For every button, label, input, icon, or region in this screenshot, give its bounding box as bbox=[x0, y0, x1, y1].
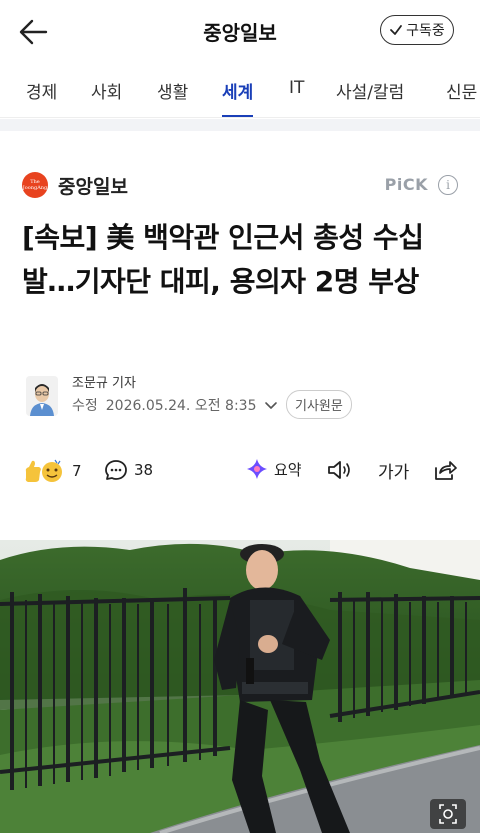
comment-button[interactable]: 38 bbox=[104, 458, 153, 482]
photo-illustration bbox=[0, 540, 480, 833]
edit-label: 수정 bbox=[72, 398, 98, 414]
image-zoom-button[interactable] bbox=[430, 799, 466, 829]
press-name[interactable]: 중앙일보 bbox=[58, 172, 128, 199]
tab-economy[interactable]: 경제 bbox=[26, 78, 57, 117]
subscribe-button[interactable]: 구독중 bbox=[380, 15, 454, 45]
comment-icon bbox=[105, 460, 127, 480]
share-icon bbox=[435, 461, 457, 480]
comment-count: 38 bbox=[134, 461, 154, 479]
article-photo[interactable] bbox=[0, 540, 480, 833]
tab-editorial[interactable]: 사설/칼럼 bbox=[336, 78, 404, 117]
article-headline: [속보] 美 백악관 인근서 총성 수십발…기자단 대피, 용의자 2명 부상 bbox=[22, 221, 424, 298]
pick-badge: PiCK bbox=[384, 175, 428, 194]
tab-life[interactable]: 생활 bbox=[157, 78, 188, 117]
reporter-name[interactable]: 조문규 기자 bbox=[72, 372, 136, 391]
article-actions: 7 38 요약 가가 bbox=[22, 458, 462, 490]
reaction-emoji-icon bbox=[25, 459, 62, 482]
tab-it[interactable]: IT bbox=[289, 78, 304, 117]
tab-newspaper[interactable]: 신문 bbox=[446, 78, 477, 117]
speaker-icon bbox=[328, 461, 350, 479]
chevron-down-icon bbox=[265, 402, 278, 409]
edit-time: 2026.05.24. 오전 8:35 bbox=[105, 398, 257, 414]
subscribe-label: 구독중 bbox=[406, 23, 445, 39]
font-size-button[interactable]: 가가 bbox=[378, 458, 409, 483]
share-button[interactable] bbox=[432, 458, 458, 482]
reaction-count: 7 bbox=[72, 462, 82, 480]
summary-button[interactable]: 요약 bbox=[246, 458, 302, 480]
press-logo[interactable]: The JoongAng bbox=[22, 172, 48, 198]
category-tabs: 경제 사회 생활 세계 IT 사설/칼럼 신문 bbox=[0, 62, 480, 118]
font-size-label: 가가 bbox=[378, 463, 410, 483]
listen-button[interactable] bbox=[326, 458, 354, 482]
tab-society[interactable]: 사회 bbox=[91, 78, 122, 117]
zoom-icon bbox=[439, 804, 457, 824]
original-article-button[interactable]: 기사원문 bbox=[286, 390, 352, 419]
reporter-avatar[interactable] bbox=[26, 376, 58, 416]
check-icon bbox=[390, 25, 403, 35]
tab-world[interactable]: 세계 bbox=[222, 78, 254, 117]
press-header: The JoongAng 중앙일보 PiCK i bbox=[22, 170, 462, 200]
top-bar: 중앙일보 구독중 bbox=[0, 0, 480, 62]
edit-timestamp[interactable]: 수정 2026.05.24. 오전 8:35 bbox=[72, 395, 278, 415]
ai-summary-icon bbox=[247, 459, 267, 479]
info-icon[interactable]: i bbox=[438, 175, 458, 195]
byline: 조문규 기자 수정 2026.05.24. 오전 8:35 기사원문 bbox=[22, 372, 462, 422]
summary-label: 요약 bbox=[274, 460, 302, 479]
reaction-button[interactable]: 7 bbox=[22, 458, 82, 484]
section-divider bbox=[0, 119, 480, 131]
